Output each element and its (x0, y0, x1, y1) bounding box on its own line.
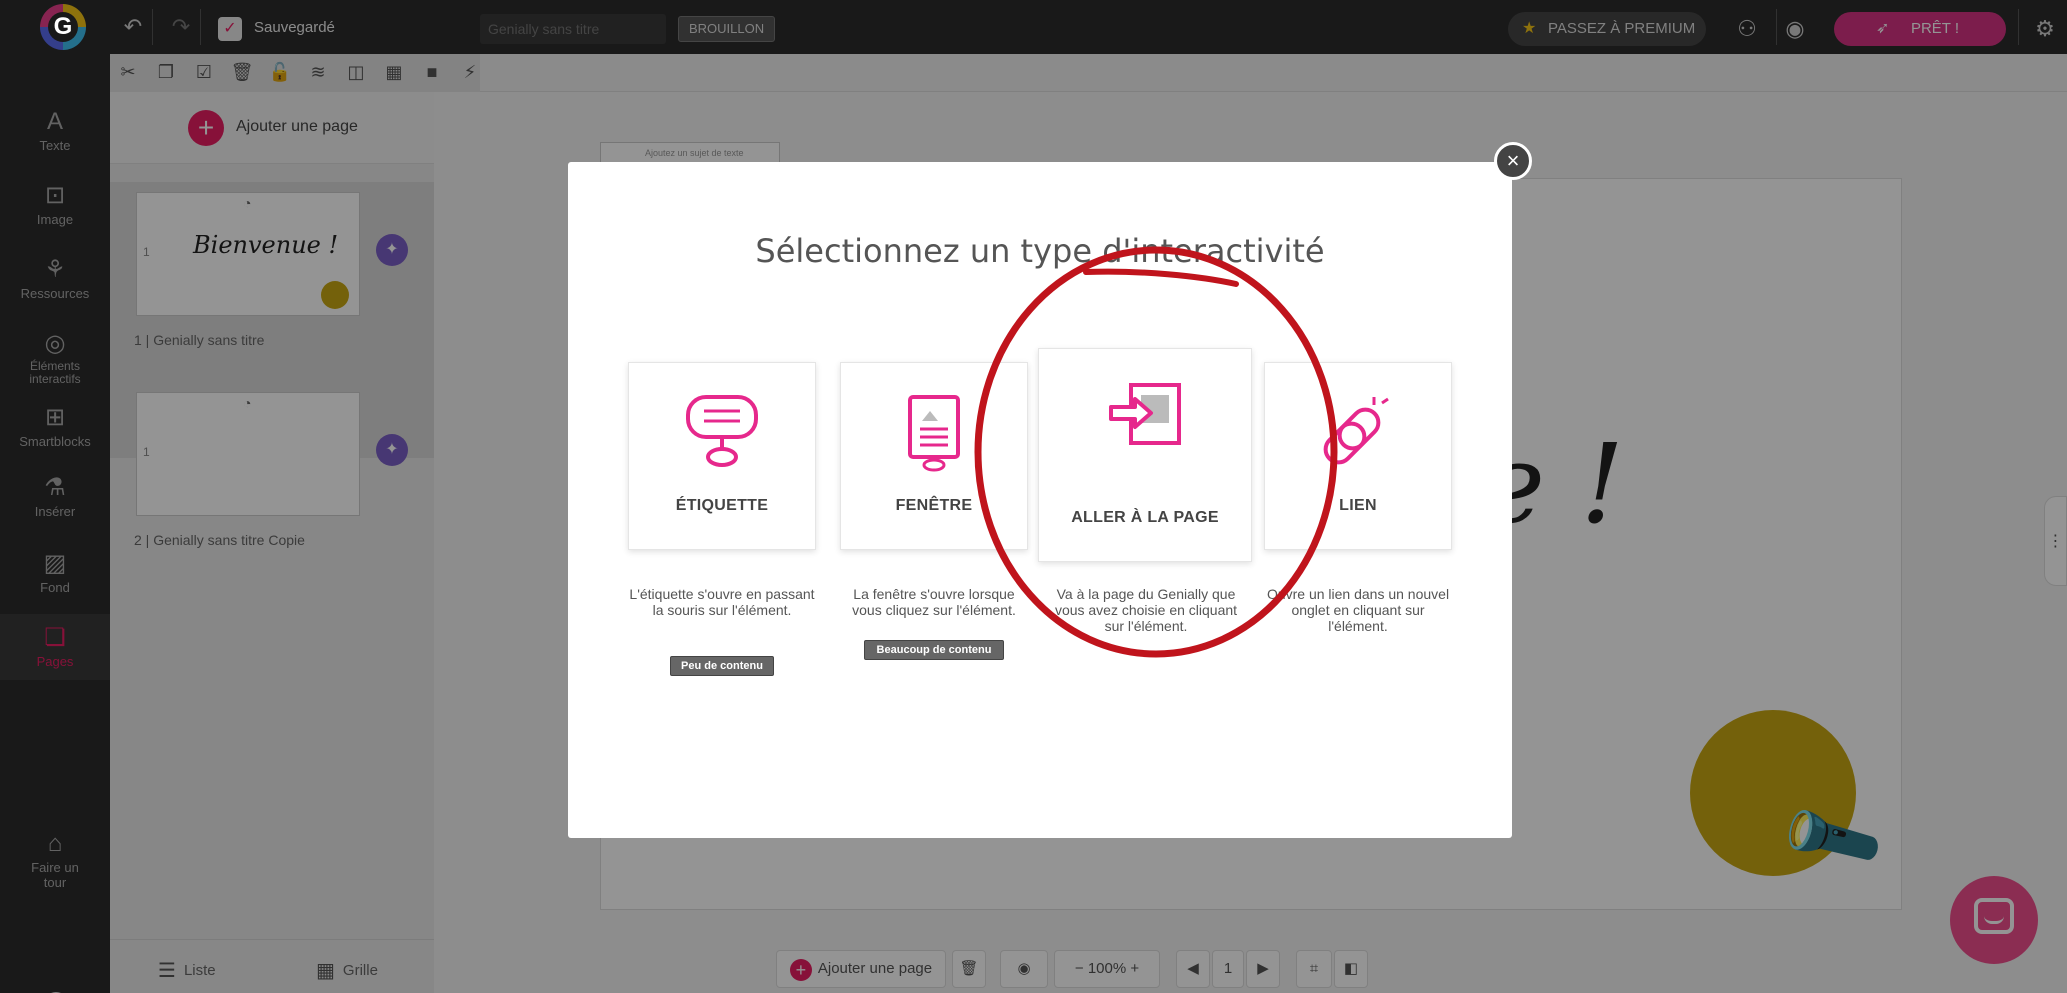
logo-letter: G (53, 13, 73, 40)
option-label-card[interactable]: ÉTIQUETTE (628, 362, 816, 550)
option-description: Va à la page du Genially que vous avez c… (1054, 586, 1238, 634)
option-label: ALLER À LA PAGE (1071, 509, 1219, 526)
option-link-card[interactable]: LIEN (1264, 362, 1452, 550)
option-description: L'étiquette s'ouvre en passant la souris… (629, 586, 815, 618)
interactivity-modal: Sélectionnez un type d'interactivité ÉTI… (568, 162, 1512, 838)
label-icon (686, 395, 758, 467)
window-icon (908, 395, 960, 472)
option-tag: Beaucoup de contenu (864, 640, 1004, 660)
option-go-to-page-card[interactable]: ALLER À LA PAGE (1038, 348, 1252, 562)
option-description: Ouvre un lien dans un nouvel onglet en c… (1266, 586, 1450, 634)
close-icon[interactable]: × (1494, 142, 1532, 180)
option-window-card[interactable]: FENÊTRE (840, 362, 1028, 550)
modal-title: Sélectionnez un type d'interactivité (755, 232, 1325, 270)
go-to-page-icon (1109, 383, 1181, 445)
option-label: ÉTIQUETTE (675, 497, 769, 514)
option-label: FENÊTRE (895, 497, 973, 514)
option-label: LIEN (1339, 497, 1377, 514)
option-tag: Peu de contenu (670, 656, 774, 676)
link-icon (1323, 397, 1389, 465)
option-description: La fenêtre s'ouvre lorsque vous cliquez … (852, 586, 1016, 618)
